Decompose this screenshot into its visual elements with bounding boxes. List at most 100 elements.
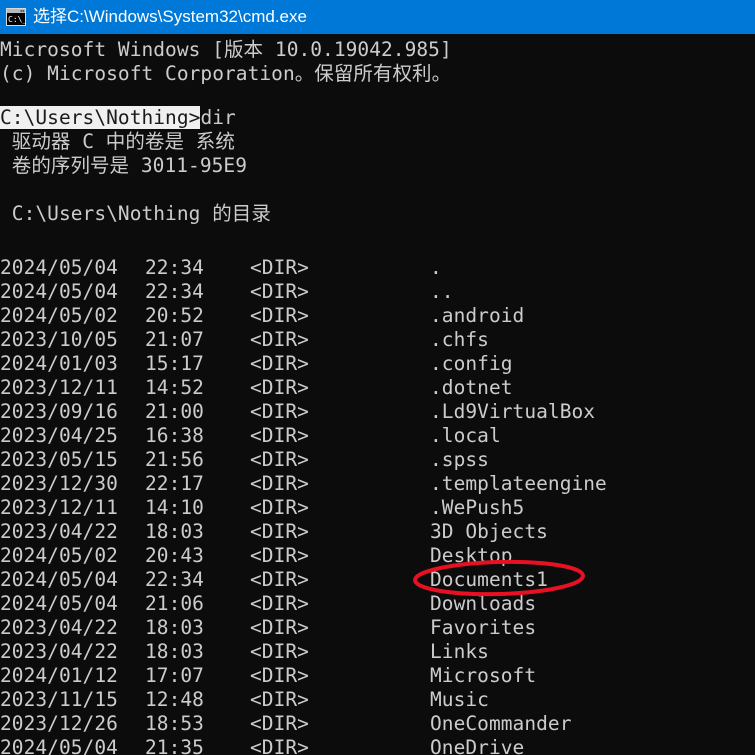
entry-name: Documents1 [430, 568, 548, 591]
window-title: 选择C:\Windows\System32\cmd.exe [33, 7, 307, 26]
entry-type: <DIR> [250, 568, 309, 591]
entry-date: 2023/12/11 [0, 496, 118, 519]
entry-time: 14:10 [145, 496, 204, 519]
directory-entry-row: 2024/05/04 21:35 <DIR> OneDrive [0, 736, 755, 755]
entry-time: 18:03 [145, 640, 204, 663]
entry-time: 18:03 [145, 520, 204, 543]
entry-date: 2023/10/05 [0, 328, 118, 351]
entry-time: 18:53 [145, 712, 204, 735]
entry-time: 22:34 [145, 256, 204, 279]
entry-name: .local [430, 424, 501, 447]
entry-name: .. [430, 280, 454, 303]
entry-time: 22:34 [145, 280, 204, 303]
entry-date: 2024/01/12 [0, 664, 118, 687]
entry-name: .Ld9VirtualBox [430, 400, 596, 423]
entry-time: 18:03 [145, 616, 204, 639]
entry-type: <DIR> [250, 544, 309, 567]
entry-type: <DIR> [250, 304, 309, 327]
entry-date: 2024/05/04 [0, 736, 118, 755]
entry-date: 2023/04/22 [0, 520, 118, 543]
entry-time: 12:48 [145, 688, 204, 711]
entry-type: <DIR> [250, 664, 309, 687]
directory-entry-row: 2024/01/03 15:17 <DIR> .config [0, 352, 755, 376]
entry-type: <DIR> [250, 712, 309, 735]
volume-serial-line: 卷的序列号是 3011-95E9 [0, 154, 247, 177]
entry-type: <DIR> [250, 688, 309, 711]
entry-date: 2024/01/03 [0, 352, 118, 375]
entry-type: <DIR> [250, 424, 309, 447]
entry-type: <DIR> [250, 376, 309, 399]
entry-type: <DIR> [250, 640, 309, 663]
entry-date: 2023/04/22 [0, 616, 118, 639]
directory-entry-row: 2024/05/02 20:43 <DIR> Desktop [0, 544, 755, 568]
entry-time: 20:43 [145, 544, 204, 567]
entry-date: 2023/11/15 [0, 688, 118, 711]
entry-time: 16:38 [145, 424, 204, 447]
directory-entry-row: 2023/04/22 18:03 <DIR> Favorites [0, 616, 755, 640]
entry-name: .WePush5 [430, 496, 525, 519]
entry-time: 15:17 [145, 352, 204, 375]
svg-text:C:\_: C:\_ [8, 15, 26, 24]
entry-name: 3D Objects [430, 520, 548, 543]
cmd-console-icon: C:\_ [6, 8, 27, 26]
directory-entry-row: 2023/04/22 18:03 <DIR> Links [0, 640, 755, 664]
entry-name: OneDrive [430, 736, 525, 755]
entry-date: 2023/12/26 [0, 712, 118, 735]
entry-type: <DIR> [250, 256, 309, 279]
entry-time: 22:34 [145, 568, 204, 591]
entry-type: <DIR> [250, 352, 309, 375]
directory-entry-row: 2023/05/15 21:56 <DIR> .spss [0, 448, 755, 472]
entry-name: .chfs [430, 328, 489, 351]
entry-time: 21:00 [145, 400, 204, 423]
entry-time: 20:52 [145, 304, 204, 327]
entry-name: OneCommander [430, 712, 572, 735]
entry-time: 21:07 [145, 328, 204, 351]
entry-time: 21:06 [145, 592, 204, 615]
entry-type: <DIR> [250, 472, 309, 495]
entry-time: 22:17 [145, 472, 204, 495]
directory-entry-row: 2023/12/30 22:17 <DIR> .templateengine [0, 472, 755, 496]
directory-entry-row: 2023/12/26 18:53 <DIR> OneCommander [0, 712, 755, 736]
volume-name-line: 驱动器 C 中的卷是 系统 [0, 130, 235, 153]
cmd-window: C:\_ 选择C:\Windows\System32\cmd.exe Micro… [0, 0, 755, 755]
directory-entry-row: 2024/05/04 22:34 <DIR> Documents1 [0, 568, 755, 592]
entry-date: 2023/04/25 [0, 424, 118, 447]
entry-type: <DIR> [250, 496, 309, 519]
entry-date: 2024/05/04 [0, 592, 118, 615]
banner-line-1: Microsoft Windows [版本 10.0.19042.985] [0, 38, 452, 61]
directory-entry-row: 2024/01/12 17:07 <DIR> Microsoft [0, 664, 755, 688]
directory-entry-row: 2023/11/15 12:48 <DIR> Music [0, 688, 755, 712]
prompt-line[interactable]: C:\Users\Nothing>dir [0, 106, 755, 130]
entry-type: <DIR> [250, 592, 309, 615]
entry-type: <DIR> [250, 736, 309, 755]
entry-time: 14:52 [145, 376, 204, 399]
entry-name: Downloads [430, 592, 537, 615]
banner-line-2: (c) Microsoft Corporation。保留所有权利。 [0, 62, 452, 85]
entry-name: Music [430, 688, 489, 711]
console-output[interactable]: Microsoft Windows [版本 10.0.19042.985] (c… [0, 34, 755, 755]
entry-type: <DIR> [250, 328, 309, 351]
entry-type: <DIR> [250, 448, 309, 471]
directory-entry-row: 2023/10/05 21:07 <DIR> .chfs [0, 328, 755, 352]
entry-time: 21:35 [145, 736, 204, 755]
entry-name: Favorites [430, 616, 537, 639]
directory-entry-row: 2023/12/11 14:10 <DIR> .WePush5 [0, 496, 755, 520]
directory-entry-row: 2023/04/25 16:38 <DIR> .local [0, 424, 755, 448]
entry-date: 2023/12/11 [0, 376, 118, 399]
entry-name: .spss [430, 448, 489, 471]
entry-name: Desktop [430, 544, 513, 567]
entry-time: 17:07 [145, 664, 204, 687]
entry-name: Microsoft [430, 664, 537, 687]
entry-date: 2024/05/04 [0, 256, 118, 279]
directory-entry-row: 2024/05/04 22:34 <DIR>. [0, 256, 755, 280]
title-bar[interactable]: C:\_ 选择C:\Windows\System32\cmd.exe [0, 0, 755, 34]
directory-entry-row: 2023/09/16 21:00 <DIR> .Ld9VirtualBox [0, 400, 755, 424]
entry-date: 2024/05/04 [0, 568, 118, 591]
directory-entry-row: 2024/05/02 20:52 <DIR> .android [0, 304, 755, 328]
entry-date: 2023/05/15 [0, 448, 118, 471]
prompt-path-selected: C:\Users\Nothing> [0, 106, 201, 129]
entry-name: .dotnet [430, 376, 513, 399]
directory-of-line: C:\Users\Nothing 的目录 [0, 202, 271, 225]
directory-entry-row: 2024/05/04 22:34 <DIR>.. [0, 280, 755, 304]
entry-date: 2023/09/16 [0, 400, 118, 423]
